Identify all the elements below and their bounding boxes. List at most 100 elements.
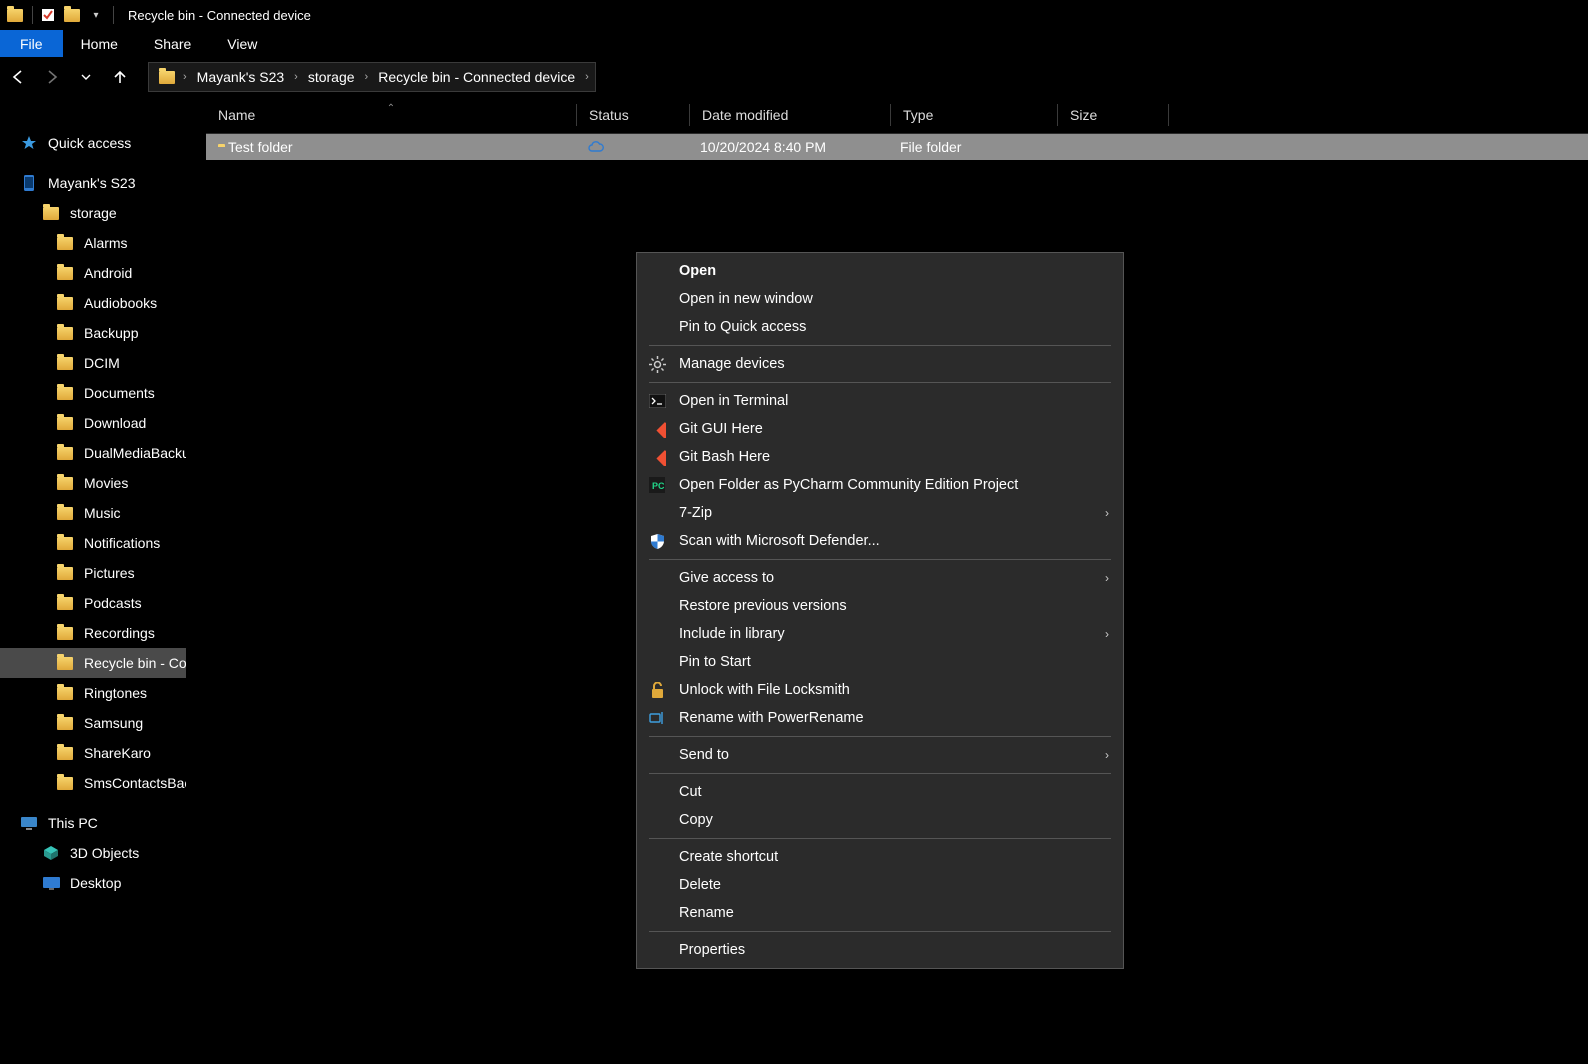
folder-icon [56, 594, 74, 612]
breadcrumb-0[interactable]: Mayank's S23 [189, 69, 293, 85]
sidebar-folder[interactable]: Audiobooks [0, 288, 186, 318]
breadcrumb-2[interactable]: Recycle bin - Connected device [370, 69, 583, 85]
cm-copy[interactable]: Copy [637, 806, 1123, 834]
address-bar[interactable]: › Mayank's S23 › storage › Recycle bin -… [148, 62, 596, 92]
sidebar-folder[interactable]: Recycle bin - Con [0, 648, 186, 678]
sidebar-folder[interactable]: Android [0, 258, 186, 288]
sidebar-label: Documents [84, 385, 155, 401]
sidebar-this-pc[interactable]: This PC [0, 808, 186, 838]
column-date[interactable]: Date modified [690, 107, 890, 123]
sidebar-folder[interactable]: Pictures [0, 558, 186, 588]
sidebar-storage[interactable]: storage [0, 198, 186, 228]
column-status[interactable]: Status [577, 107, 689, 123]
cm-git-bash[interactable]: Git Bash Here [637, 443, 1123, 471]
cm-delete[interactable]: Delete [637, 871, 1123, 899]
cm-defender[interactable]: Scan with Microsoft Defender... [637, 527, 1123, 555]
column-size[interactable]: Size [1058, 107, 1168, 123]
sidebar-label: storage [70, 205, 117, 221]
sidebar-label: ShareKaro [84, 745, 151, 761]
sidebar-folder[interactable]: DualMediaBacku [0, 438, 186, 468]
cube-icon [42, 844, 60, 862]
breadcrumb-1[interactable]: storage [300, 69, 363, 85]
back-button[interactable] [6, 65, 30, 89]
cm-pin-quick-access[interactable]: Pin to Quick access [637, 313, 1123, 341]
cm-send-to[interactable]: Send to › [637, 741, 1123, 769]
tab-file[interactable]: File [0, 30, 63, 57]
cm-open-new-window[interactable]: Open in new window [637, 285, 1123, 313]
sidebar-folder[interactable]: ShareKaro [0, 738, 186, 768]
chevron-right-icon: › [1105, 748, 1109, 762]
cm-label: Unlock with File Locksmith [679, 682, 850, 698]
column-type[interactable]: Type [891, 107, 1057, 123]
folder-icon [56, 324, 74, 342]
sidebar-3d-objects[interactable]: 3D Objects [0, 838, 186, 868]
tab-view[interactable]: View [209, 30, 275, 57]
desktop-icon [42, 874, 60, 892]
cm-pin-start[interactable]: Pin to Start [637, 648, 1123, 676]
cm-separator [649, 736, 1111, 737]
sidebar-device[interactable]: Mayank's S23 [0, 168, 186, 198]
folder-icon [56, 564, 74, 582]
sidebar-folder[interactable]: Movies [0, 468, 186, 498]
cm-separator [649, 345, 1111, 346]
sidebar-label: Podcasts [84, 595, 142, 611]
sidebar-folder[interactable]: Notifications [0, 528, 186, 558]
sidebar-folder[interactable]: Documents [0, 378, 186, 408]
up-button[interactable] [108, 65, 132, 89]
cm-open[interactable]: Open [637, 257, 1123, 285]
sidebar-folder[interactable]: Samsung [0, 708, 186, 738]
chevron-right-icon[interactable]: › [292, 71, 300, 83]
sidebar-folder[interactable]: Podcasts [0, 588, 186, 618]
chevron-right-icon[interactable]: › [583, 71, 591, 83]
pinned-shortcut-icon[interactable] [37, 4, 59, 26]
sidebar-folder[interactable]: Recordings [0, 618, 186, 648]
sidebar-folder[interactable]: Music [0, 498, 186, 528]
column-separator[interactable] [1168, 104, 1169, 126]
ribbon-tabs: File Home Share View [0, 30, 1588, 58]
sidebar-folder[interactable]: DCIM [0, 348, 186, 378]
cm-include-library[interactable]: Include in library › [637, 620, 1123, 648]
cm-restore-previous[interactable]: Restore previous versions [637, 592, 1123, 620]
cm-rename[interactable]: Rename [637, 899, 1123, 927]
folder-icon [56, 654, 74, 672]
forward-button[interactable] [40, 65, 64, 89]
sidebar-quick-access[interactable]: Quick access [0, 128, 186, 158]
folder-icon [42, 204, 60, 222]
pycharm-icon: PC [647, 475, 667, 495]
cm-give-access[interactable]: Give access to › [637, 564, 1123, 592]
sidebar-label: Mayank's S23 [48, 175, 136, 191]
file-name: Test folder [228, 139, 293, 155]
cm-git-gui[interactable]: Git GUI Here [637, 415, 1123, 443]
file-row[interactable]: Test folder 10/20/2024 8:40 PM File fold… [206, 134, 1588, 160]
tab-home[interactable]: Home [63, 30, 136, 57]
tab-share[interactable]: Share [136, 30, 209, 57]
recent-dropdown-icon[interactable] [74, 65, 98, 89]
sidebar-folder[interactable]: Ringtones [0, 678, 186, 708]
cm-powerrename[interactable]: Rename with PowerRename [637, 704, 1123, 732]
cm-create-shortcut[interactable]: Create shortcut [637, 843, 1123, 871]
cm-7zip[interactable]: 7-Zip › [637, 499, 1123, 527]
chevron-right-icon[interactable]: › [363, 71, 371, 83]
sidebar-folder[interactable]: Download [0, 408, 186, 438]
cm-open-terminal[interactable]: Open in Terminal [637, 387, 1123, 415]
gear-icon [647, 354, 667, 374]
terminal-icon [647, 391, 667, 411]
navigation-pane: Quick access Mayank's S23 storage Alarms… [0, 96, 186, 1064]
sidebar-folder[interactable]: Backupp [0, 318, 186, 348]
cm-unlock-locksmith[interactable]: Unlock with File Locksmith [637, 676, 1123, 704]
sidebar-desktop[interactable]: Desktop [0, 868, 186, 898]
cm-cut[interactable]: Cut [637, 778, 1123, 806]
cm-manage-devices[interactable]: Manage devices [637, 350, 1123, 378]
chevron-right-icon: › [1105, 627, 1109, 641]
phone-icon [20, 174, 38, 192]
sidebar-folder[interactable]: SmsContactsBac [0, 768, 186, 798]
qat-dropdown-icon[interactable]: ▾ [85, 4, 107, 26]
folder-icon [56, 234, 74, 252]
column-name[interactable]: ⌃ Name [206, 107, 576, 123]
cm-properties[interactable]: Properties [637, 936, 1123, 964]
sidebar-label: Samsung [84, 715, 143, 731]
cm-pycharm[interactable]: PC Open Folder as PyCharm Community Edit… [637, 471, 1123, 499]
sidebar-folder[interactable]: Alarms [0, 228, 186, 258]
chevron-right-icon[interactable]: › [181, 71, 189, 83]
cm-separator [649, 773, 1111, 774]
